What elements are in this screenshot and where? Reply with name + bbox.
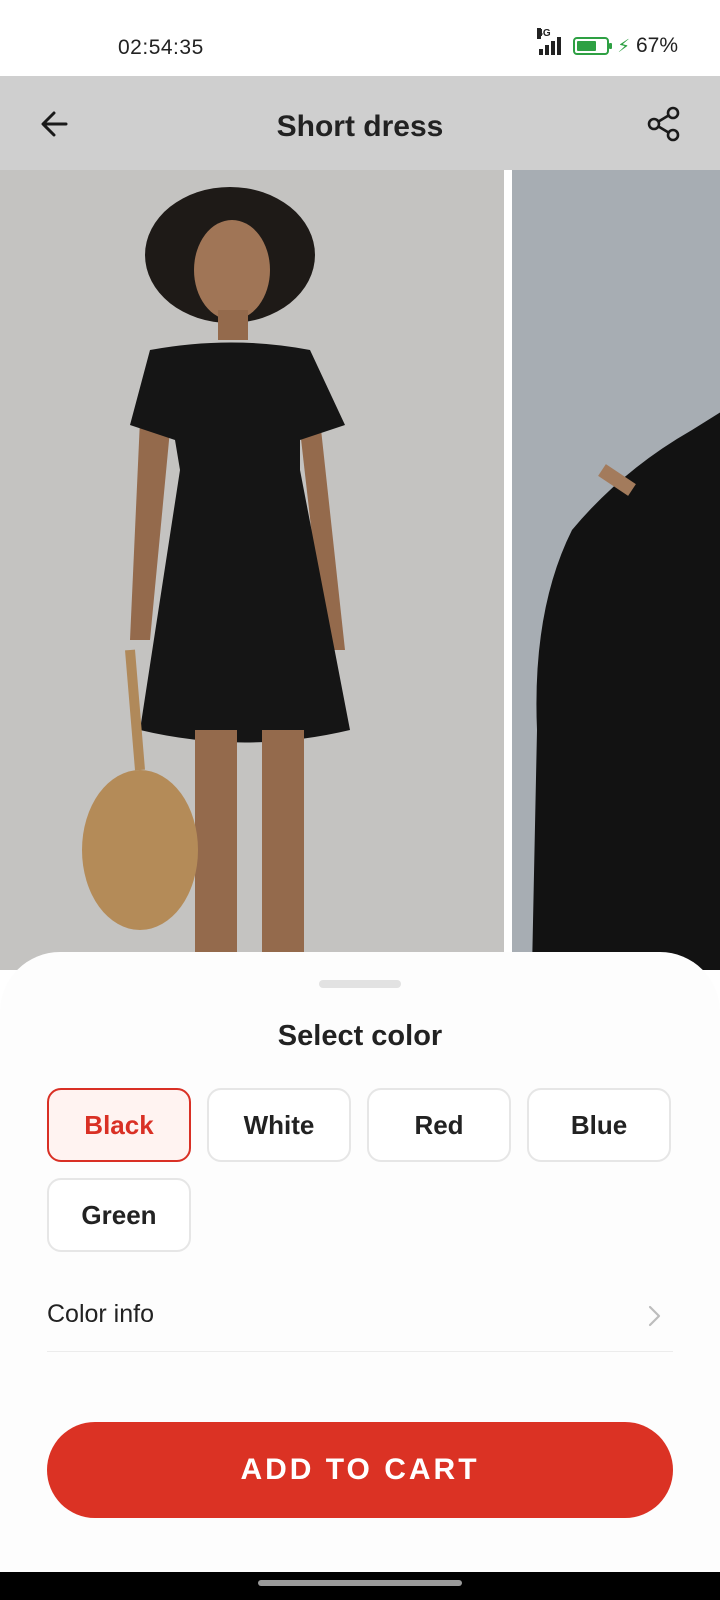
sheet-title: Select color (277, 1020, 443, 1052)
network-type: 4G (537, 28, 551, 39)
color-option-red[interactable]: Red (367, 1088, 511, 1162)
color-option-blue[interactable]: Blue (527, 1088, 671, 1162)
color-selection-sheet: Select color Black White Red Blue Green … (0, 952, 720, 1572)
status-time: 02:54:35 (118, 36, 204, 59)
chevron-right-icon (648, 1305, 661, 1327)
battery-icon (573, 37, 613, 55)
status-bar: 02:54:35 4G ⚡ 67% (0, 0, 720, 76)
charging-icon: ⚡ (617, 35, 630, 56)
add-to-cart-button[interactable]: ADD TO CART (47, 1422, 673, 1518)
color-info-row[interactable]: Color info (47, 1292, 673, 1352)
sheet-drag-handle[interactable] (319, 980, 401, 988)
battery-percent: 67% (635, 34, 678, 57)
home-indicator[interactable] (258, 1580, 462, 1586)
signal-icon: 4G (537, 28, 562, 55)
color-option-white[interactable]: White (207, 1088, 351, 1162)
color-option-black[interactable]: Black (47, 1088, 191, 1162)
product-color-screen: 02:54:35 4G ⚡ 67% Short dress Select col… (0, 0, 720, 1600)
color-option-green[interactable]: Green (47, 1178, 191, 1252)
modal-scrim[interactable] (0, 76, 720, 976)
color-info-label: Color info (47, 1300, 154, 1328)
status-icons: 4G ⚡ 67% (537, 28, 678, 58)
system-nav-bar (0, 1572, 720, 1600)
battery-fill (577, 41, 597, 51)
